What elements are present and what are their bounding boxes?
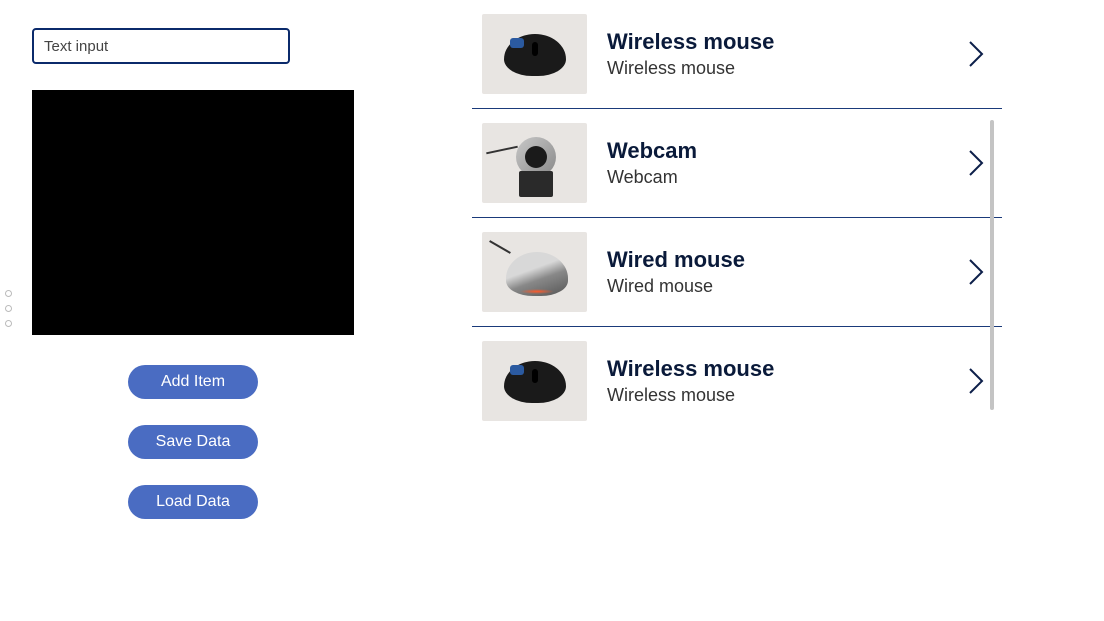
item-text: Wireless mouse Wireless mouse	[607, 356, 966, 405]
nav-dots	[5, 290, 12, 327]
item-thumbnail	[482, 14, 587, 94]
chevron-right-icon	[966, 365, 986, 397]
chevron-right-icon	[966, 256, 986, 288]
list-item[interactable]: Wireless mouse Wireless mouse	[472, 327, 1002, 435]
text-input[interactable]	[32, 28, 290, 64]
item-subtitle: Wireless mouse	[607, 385, 966, 406]
chevron-right-icon	[966, 38, 986, 70]
left-panel: Add Item Save Data Load Data	[32, 28, 362, 519]
save-data-button[interactable]: Save Data	[128, 425, 258, 459]
item-subtitle: Wired mouse	[607, 276, 966, 297]
item-thumbnail	[482, 123, 587, 203]
item-text: Wireless mouse Wireless mouse	[607, 29, 966, 78]
nav-dot	[5, 290, 12, 297]
item-list: Wireless mouse Wireless mouse Webcam Web…	[472, 0, 1002, 621]
list-item[interactable]: Webcam Webcam	[472, 109, 1002, 218]
chevron-right-icon	[966, 147, 986, 179]
load-data-button[interactable]: Load Data	[128, 485, 258, 519]
camera-preview	[32, 90, 354, 335]
list-item[interactable]: Wireless mouse Wireless mouse	[472, 0, 1002, 109]
item-subtitle: Webcam	[607, 167, 966, 188]
nav-dot	[5, 305, 12, 312]
item-text: Wired mouse Wired mouse	[607, 247, 966, 296]
item-title: Wireless mouse	[607, 356, 966, 382]
button-stack: Add Item Save Data Load Data	[32, 365, 354, 519]
scrollbar[interactable]	[990, 120, 994, 410]
item-subtitle: Wireless mouse	[607, 58, 966, 79]
nav-dot	[5, 320, 12, 327]
item-thumbnail	[482, 232, 587, 312]
item-title: Webcam	[607, 138, 966, 164]
list-item[interactable]: Wired mouse Wired mouse	[472, 218, 1002, 327]
item-title: Wireless mouse	[607, 29, 966, 55]
item-thumbnail	[482, 341, 587, 421]
add-item-button[interactable]: Add Item	[128, 365, 258, 399]
item-title: Wired mouse	[607, 247, 966, 273]
item-text: Webcam Webcam	[607, 138, 966, 187]
